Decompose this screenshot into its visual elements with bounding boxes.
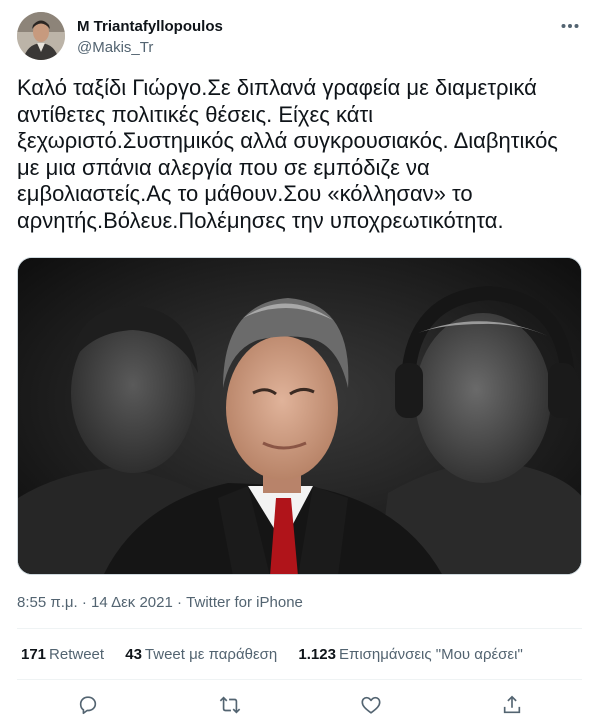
tweet-text: Καλό ταξίδι Γιώργο.Σε διπλανά γραφεία με… bbox=[17, 75, 558, 233]
likes-stat[interactable]: 1.123 Επισημάνσεις "Μου αρέσει" bbox=[298, 646, 522, 663]
tweet-date[interactable]: 14 Δεκ 2021 bbox=[91, 594, 173, 611]
tweet-time[interactable]: 8:55 π.μ. bbox=[17, 594, 78, 611]
avatar[interactable] bbox=[17, 12, 65, 60]
quotes-count: 43 bbox=[125, 646, 142, 663]
heart-icon bbox=[361, 696, 381, 714]
retweets-count: 171 bbox=[21, 646, 47, 663]
meta-separator: · bbox=[81, 594, 87, 611]
tweet-actions bbox=[17, 688, 582, 722]
retweets-label: Retweet bbox=[49, 646, 105, 663]
meta-separator: · bbox=[177, 594, 182, 611]
retweet-button[interactable] bbox=[217, 692, 243, 718]
tweet-source[interactable]: Twitter for iPhone bbox=[186, 594, 303, 611]
author-display-name[interactable]: M Triantafyllopoulos bbox=[77, 17, 223, 36]
reply-button[interactable] bbox=[75, 692, 101, 718]
like-button[interactable] bbox=[358, 692, 384, 718]
tweet-photo[interactable] bbox=[17, 257, 582, 575]
likes-count: 1.123 bbox=[298, 646, 336, 663]
tweet-meta: 8:55 π.μ. · 14 Δεκ 2021 · Twitter for iP… bbox=[17, 594, 303, 611]
more-options-button[interactable] bbox=[557, 16, 583, 36]
tweet-header: M Triantafyllopoulos @Makis_Tr bbox=[17, 12, 583, 62]
divider bbox=[17, 628, 582, 629]
quote-tweets-stat[interactable]: 43 Tweet με παράθεση bbox=[125, 646, 277, 663]
avatar-image bbox=[17, 12, 65, 60]
reply-icon bbox=[79, 696, 97, 715]
author-names: M Triantafyllopoulos @Makis_Tr bbox=[77, 17, 223, 57]
divider bbox=[17, 679, 582, 680]
quotes-label: Tweet με παράθεση bbox=[144, 646, 278, 663]
author-handle[interactable]: @Makis_Tr bbox=[77, 38, 223, 57]
photo-image bbox=[18, 258, 581, 574]
share-button[interactable] bbox=[499, 692, 525, 718]
retweet-icon bbox=[219, 696, 241, 714]
tweet-stats: 171 Retweet 43 Tweet με παράθεση 1.123 Επισ… bbox=[21, 646, 540, 663]
retweets-stat[interactable]: 171 Retweet bbox=[21, 646, 104, 663]
more-dots-icon bbox=[561, 24, 579, 28]
likes-label: Επισημάνσεις "Μου αρέσει" bbox=[338, 646, 523, 663]
share-icon bbox=[503, 695, 521, 714]
